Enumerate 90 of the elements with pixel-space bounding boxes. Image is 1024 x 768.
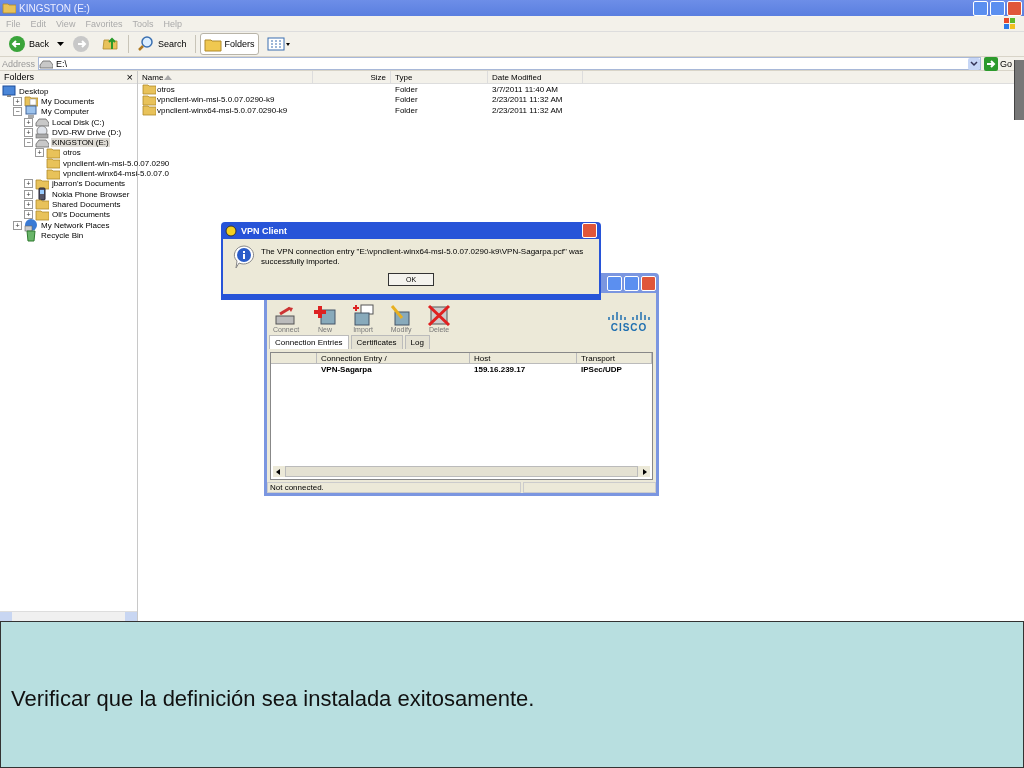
file-name[interactable]: vpnclient-win-msi-5.0.07.0290-k9 (157, 95, 275, 105)
restore-button[interactable] (990, 0, 1005, 16)
search-icon (137, 35, 155, 53)
tab[interactable]: Log (404, 335, 430, 349)
table-cell-text: 3/7/2011 11:40 AM (491, 84, 559, 95)
window-title: VPN Client (241, 225, 287, 236)
delete-icon (427, 304, 452, 326)
tree-item[interactable]: DVD-RW Drive (D:) (51, 127, 123, 137)
address-field[interactable]: E:\ (38, 57, 981, 70)
table-cell-text: VPN-Sagarpa (320, 364, 373, 374)
dropdown-arrow-icon[interactable] (57, 42, 64, 46)
import-icon (351, 304, 376, 326)
folder-icon (35, 197, 49, 212)
tree-item[interactable]: Oli's Documents (51, 210, 111, 220)
disc-drive-icon (35, 125, 49, 140)
new-entry-icon (313, 304, 338, 326)
minimize-button[interactable] (607, 275, 622, 291)
network-icon (24, 218, 38, 232)
folder-icon (35, 207, 49, 222)
logo-text: CISCO (610, 322, 648, 333)
close-button[interactable] (641, 275, 656, 291)
scrollbar[interactable] (0, 611, 137, 621)
folders-button[interactable]: Folders (199, 33, 259, 55)
folder-icon (142, 82, 156, 97)
table-cell-text: Folder (394, 94, 419, 105)
table-cell-text: 2/23/2011 11:32 AM (491, 105, 564, 116)
file-name[interactable]: vpnclient-winx64-msi-5.0.07.0290-k9 (157, 105, 288, 115)
folder-icon (142, 103, 156, 118)
tree-item[interactable]: vpnclient-win-msi-5.0.07.0290 (62, 158, 171, 168)
tree-item[interactable]: otros (62, 148, 82, 158)
search-button[interactable]: Search (133, 33, 191, 55)
lock-icon (225, 224, 237, 237)
folder-icon (46, 166, 60, 181)
minimize-button[interactable] (973, 0, 988, 16)
recycle-bin-icon (24, 228, 38, 243)
column-header[interactable]: Type (391, 71, 488, 83)
column-header[interactable]: Transport (577, 353, 652, 364)
message-text: The VPN connection entry "E:\vpnclient-winx64-msi-5.0.07.0290-k9\VPN-Sagarpa.pcf" was successfully imported. (261, 247, 585, 267)
column-header[interactable]: Name (138, 71, 313, 83)
file-name[interactable]: otros (157, 84, 175, 94)
tree-item[interactable]: KINGSTON (E:) (51, 138, 110, 148)
column-header[interactable]: Date Modified (488, 71, 583, 83)
tree-item[interactable]: My Documents (40, 96, 96, 106)
tab[interactable]: Connection Entries (269, 335, 349, 349)
folder-icon (35, 176, 49, 191)
table-cell-text: Folder (394, 84, 419, 95)
tab[interactable]: Certificates (350, 335, 403, 349)
close-button[interactable]: × (126, 71, 133, 83)
table-cell-text: IPSec/UDP (580, 364, 623, 374)
folder-icon (142, 92, 156, 107)
close-button[interactable] (582, 223, 597, 238)
caption-text: Verificar que la definición sea instalada exitosamente. (11, 685, 535, 712)
tree-item[interactable]: My Network Places (40, 220, 111, 230)
address-label: Address (2, 58, 36, 69)
column-header[interactable]: Size (313, 71, 391, 83)
tree-item[interactable]: Shared Documents (51, 199, 122, 209)
folder-icon (46, 145, 60, 160)
folder-up-icon (102, 35, 120, 53)
folder-icon (46, 156, 60, 171)
pane-title: Folders (4, 72, 34, 82)
close-button[interactable] (1007, 0, 1022, 16)
tree-item[interactable]: vpnclient-winx64-msi-5.0.07.0 (62, 169, 170, 178)
tree-item[interactable]: Local Disk (C:) (51, 117, 106, 127)
window-edge (1014, 60, 1024, 120)
tree-item[interactable]: Recycle Bin (40, 230, 85, 240)
column-header[interactable]: Host (470, 353, 577, 364)
maximize-button[interactable] (624, 275, 639, 291)
back-button[interactable]: Back (4, 33, 53, 55)
scrollbar[interactable] (273, 466, 650, 477)
window-title: KINGSTON (E:) (19, 2, 91, 14)
phone-icon (35, 187, 49, 202)
table-cell-text: 2/23/2011 11:32 AM (491, 94, 564, 105)
table-cell-text: 159.16.239.17 (473, 364, 527, 374)
drive-icon (35, 115, 49, 130)
computer-icon (24, 104, 38, 119)
go-button[interactable]: Go (984, 56, 1012, 71)
tree-item[interactable]: jbarron's Documents (51, 179, 127, 189)
info-icon (233, 245, 255, 269)
views-icon (266, 36, 291, 52)
tree-item[interactable]: My Computer (40, 107, 90, 117)
table-cell-text: Folder (394, 105, 419, 116)
desktop-icon (2, 84, 16, 99)
column-header[interactable]: Connection Entry / (317, 353, 470, 364)
bars-logo-icon (608, 312, 650, 321)
sort-arrow-icon (164, 74, 173, 80)
tree-item[interactable]: Nokia Phone Browser (51, 189, 131, 199)
windows-logo-icon (1002, 16, 1018, 31)
column-header (271, 353, 317, 364)
tree-item[interactable]: Desktop (18, 86, 50, 96)
status-text: Not connected. (267, 482, 521, 493)
